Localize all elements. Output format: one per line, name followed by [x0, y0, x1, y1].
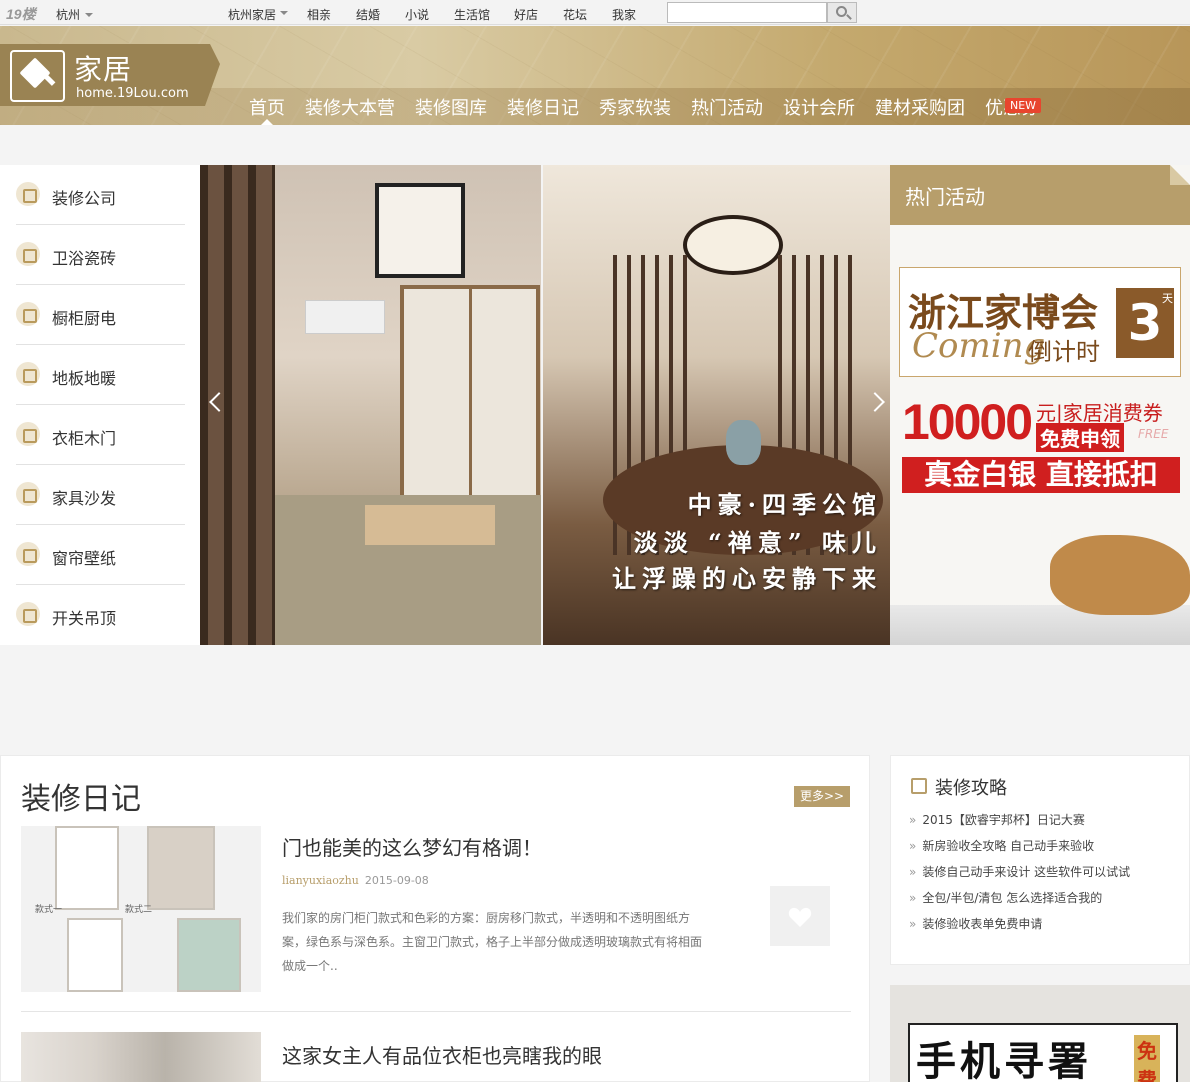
- ad-calligraphy: 手机寻署: [916, 1039, 1092, 1082]
- like-button[interactable]: [770, 886, 830, 946]
- top-nav-item-dating[interactable]: 相亲: [307, 6, 331, 23]
- slide-caption-line: 中豪·四季公馆: [687, 490, 882, 519]
- category-item-decoration-company[interactable]: 装修公司: [16, 165, 185, 225]
- slide-caption-line: 淡淡 “禅意” 味儿: [633, 528, 882, 557]
- site-header: 家居 home.19Lou.com 首页 装修大本营 装修图库 装修日记 秀家软…: [0, 26, 1190, 125]
- top-nav-item-shops[interactable]: 好店: [514, 6, 538, 23]
- new-badge: NEW: [1005, 98, 1042, 113]
- category-item-bathroom[interactable]: 卫浴瓷砖: [16, 225, 185, 285]
- category-item-wardrobe[interactable]: 衣柜木门: [16, 405, 185, 465]
- article-excerpt: 我们家的房门柜门款式和色彩的方案：厨房移门款式，半透明和不透明图纸方案，绿色系与…: [282, 911, 703, 973]
- diary-article: 款式一 款式二 门也能美的这么梦幻有格调！ lianyuxiaozhu 2015-…: [21, 826, 851, 1012]
- nav-item-materials[interactable]: 建材采购团: [875, 94, 965, 120]
- slide-caption-line: 让浮躁的心安静下来: [612, 564, 882, 593]
- brush-icon: [10, 50, 65, 102]
- picture-icon: [16, 542, 40, 566]
- category-item-kitchen[interactable]: 橱柜厨电: [16, 285, 185, 345]
- nav-item-diary[interactable]: 装修日记: [507, 94, 579, 120]
- category-item-ceiling[interactable]: 开关吊顶: [16, 585, 185, 645]
- wardrobe-icon: [16, 422, 40, 446]
- top-nav-item-life[interactable]: 生活馆: [454, 6, 490, 23]
- coupon-banner[interactable]: 10000 元|家居消费券 免费申领 FREE: [902, 393, 1168, 452]
- cash-banner[interactable]: 真金白银 直接抵扣: [902, 457, 1180, 493]
- city-label: 杭州: [56, 8, 81, 22]
- top-nav-item-myhome[interactable]: 我家: [612, 6, 636, 23]
- top-bar: 19楼 杭州 杭州家居 相亲 结婚 小说 生活馆 好店 花坛 我家: [0, 0, 1190, 25]
- ad-tag: 免费: [1134, 1035, 1160, 1082]
- coupon-free-en: FREE: [1138, 427, 1169, 441]
- expo-banner[interactable]: 浙江家博会 Coming 倒计时 3 天: [899, 267, 1181, 377]
- coupon-unit: 元|家居消费券: [1036, 401, 1163, 425]
- city-selector[interactable]: 杭州: [56, 6, 94, 23]
- expo-countdown: 倒计时: [1028, 338, 1100, 366]
- search-button[interactable]: [827, 2, 857, 23]
- hot-activity-title: 热门活动: [905, 185, 985, 209]
- nav-item-soft[interactable]: 秀家软装: [599, 94, 671, 120]
- hero-slider[interactable]: 中豪·四季公馆 淡淡 “禅意” 味儿 让浮躁的心安静下来: [200, 165, 890, 645]
- chevron-down-icon: [85, 13, 94, 17]
- top-nav-item-wedding[interactable]: 结婚: [356, 6, 380, 23]
- slide-image-tatami-room: [200, 165, 541, 645]
- floor-icon: [16, 362, 40, 386]
- channel-logo[interactable]: 家居 home.19Lou.com: [0, 44, 220, 106]
- channel-name: 家居: [74, 53, 133, 86]
- coupon-amount: 10000: [902, 394, 1033, 450]
- channel-url: home.19Lou.com: [76, 86, 189, 101]
- category-item-furniture[interactable]: 家具沙发: [16, 465, 185, 525]
- thumb-label: 款式二: [125, 905, 153, 915]
- article-title[interactable]: 门也能美的这么梦幻有格调！: [282, 832, 542, 861]
- tips-item[interactable]: 新房验收全攻略 自己动手来验收: [909, 837, 1130, 863]
- article-title[interactable]: 这家女主人有品位衣柜也亮瞎我的眼: [282, 1040, 602, 1069]
- lamp-icon: [16, 602, 40, 626]
- category-item-curtain[interactable]: 窗帘壁纸: [16, 525, 185, 585]
- countdown-day: 天: [1162, 292, 1173, 305]
- sofa-icon: [16, 482, 40, 506]
- article-author[interactable]: lianyuxiaozhu: [282, 874, 359, 887]
- hot-activity-panel: 热门活动 浙江家博会 Coming 倒计时 3 天 10000 元|家居消费券 …: [890, 165, 1190, 645]
- tips-item[interactable]: 2015【欧睿宇邦杯】日记大赛: [909, 811, 1130, 837]
- nav-item-home[interactable]: 首页: [249, 94, 285, 120]
- tips-list: 2015【欧睿宇邦杯】日记大赛 新房验收全攻略 自己动手来验收 装修自己动手来设…: [909, 811, 1130, 941]
- site-logo[interactable]: 19楼: [6, 4, 36, 24]
- nav-item-gallery[interactable]: 装修图库: [415, 94, 487, 120]
- category-item-floor[interactable]: 地板地暖: [16, 345, 185, 405]
- heart-icon: [788, 907, 812, 927]
- tips-item[interactable]: 全包/半包/清包 怎么选择适合我的: [909, 889, 1130, 915]
- dog-image: [1050, 535, 1190, 615]
- top-nav-item-novel[interactable]: 小说: [405, 6, 429, 23]
- active-nav-indicator: [261, 119, 273, 125]
- more-button[interactable]: 更多>>: [794, 786, 850, 807]
- top-nav-item-huatan[interactable]: 花坛: [563, 6, 587, 23]
- tips-title: 装修攻略: [935, 778, 1007, 799]
- article-thumbnail[interactable]: 款式一 款式二: [21, 826, 261, 992]
- cabinet-icon: [16, 302, 40, 326]
- hot-activity-header: 热门活动: [890, 165, 1190, 225]
- article-thumbnail[interactable]: [21, 1032, 261, 1082]
- nav-item-camp[interactable]: 装修大本营: [305, 94, 395, 120]
- top-nav-item-home[interactable]: 杭州家居: [228, 6, 276, 23]
- nav-item-design[interactable]: 设计会所: [783, 94, 855, 120]
- category-sidebar: 装修公司 卫浴瓷砖 橱柜厨电 地板地暖 衣柜木门 家具沙发 窗帘壁纸 开关吊顶: [0, 165, 200, 645]
- tips-item[interactable]: 装修自己动手来设计 这些软件可以试试: [909, 863, 1130, 889]
- shower-icon: [16, 242, 40, 266]
- edit-icon: [911, 778, 927, 794]
- diary-section: 装修日记 更多>> 款式一 款式二 门也能美的这么梦幻有格调！ lianyuxi…: [0, 755, 870, 1082]
- tips-item[interactable]: 装修验收表单免费申请: [909, 915, 1130, 941]
- diary-article: 这家女主人有品位衣柜也亮瞎我的眼: [21, 1032, 851, 1082]
- tips-panel: 装修攻略 2015【欧睿宇邦杯】日记大赛 新房验收全攻略 自己动手来验收 装修自…: [890, 755, 1190, 965]
- expo-coming: Coming: [912, 326, 1046, 366]
- pencil-icon: [16, 182, 40, 206]
- diary-section-title: 装修日记: [21, 782, 141, 817]
- chevron-down-icon: [280, 11, 288, 15]
- nav-item-events[interactable]: 热门活动: [691, 94, 763, 120]
- search-input[interactable]: [667, 2, 827, 23]
- article-meta: lianyuxiaozhu 2015-09-08: [282, 874, 429, 887]
- thumb-label: 款式一: [35, 905, 63, 915]
- bottom-ad-banner[interactable]: 手机寻署 免费: [890, 985, 1190, 1082]
- coupon-free: 免费申领: [1036, 423, 1124, 452]
- article-date: 2015-09-08: [364, 874, 429, 887]
